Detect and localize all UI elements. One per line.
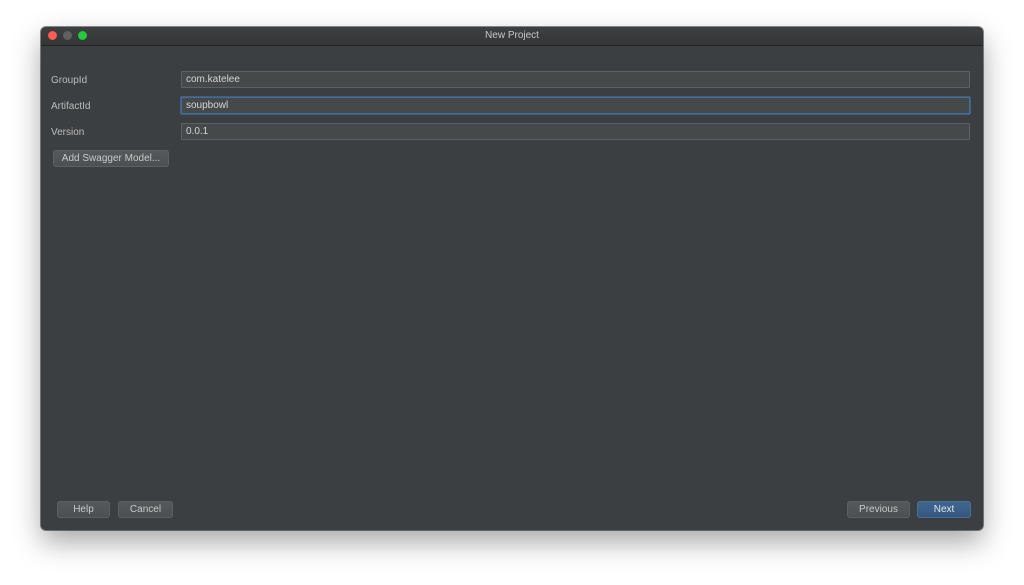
artifact-id-label: ArtifactId [51, 101, 91, 112]
artifact-id-row: ArtifactId [41, 97, 983, 116]
help-button[interactable]: Help [57, 501, 110, 518]
next-button[interactable]: Next [917, 501, 971, 518]
group-id-label: GroupId [51, 75, 88, 86]
version-label: Version [51, 127, 85, 138]
version-field[interactable] [181, 123, 970, 140]
add-swagger-model-button[interactable]: Add Swagger Model... [53, 150, 169, 167]
artifact-id-field[interactable] [181, 97, 970, 114]
group-id-field[interactable] [181, 71, 970, 88]
title-bar: New Project [41, 27, 983, 46]
version-row: Version [41, 123, 983, 142]
group-id-row: GroupId [41, 71, 983, 90]
window-title: New Project [485, 30, 539, 41]
cancel-button[interactable]: Cancel [118, 501, 173, 518]
previous-button[interactable]: Previous [847, 501, 910, 518]
dialog-content: GroupId ArtifactId Version Add Swagger M… [41, 46, 983, 530]
new-project-window: New Project GroupId ArtifactId Version A… [41, 27, 983, 530]
